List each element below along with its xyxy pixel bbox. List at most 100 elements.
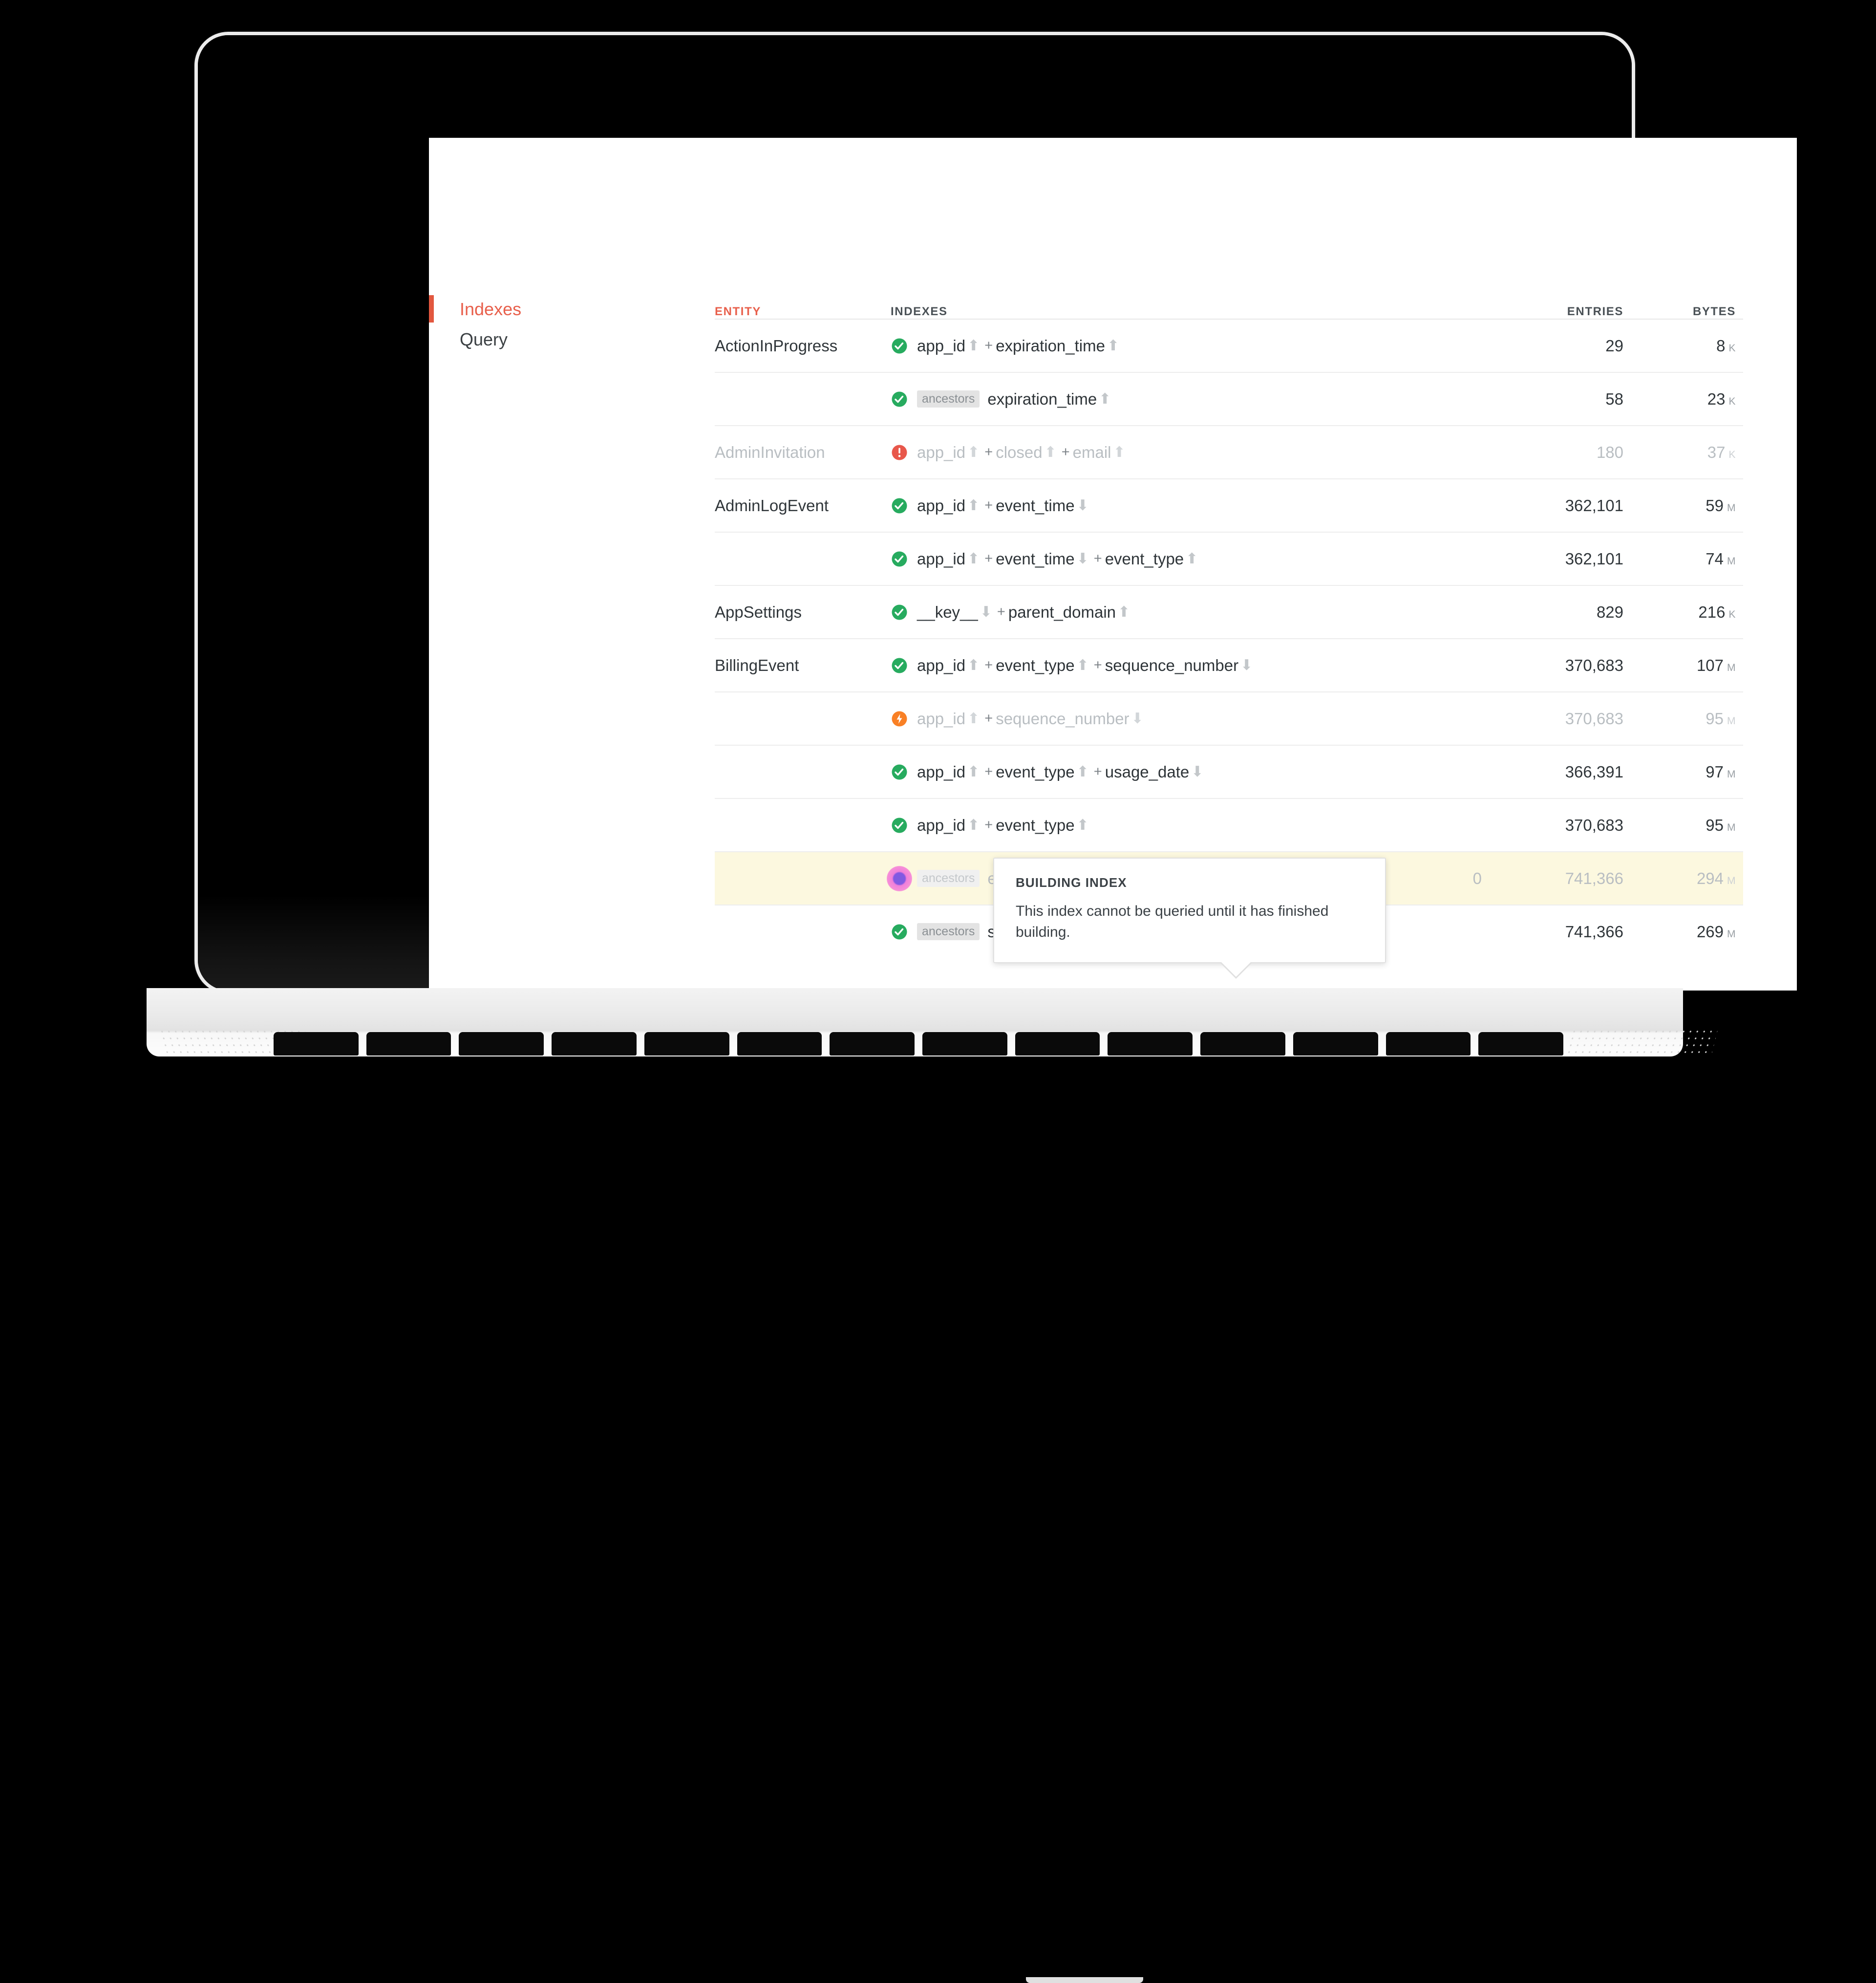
cell-bytes-unit: K: [1728, 395, 1736, 407]
property-separator: +: [984, 551, 993, 566]
keyboard-key: [830, 1032, 915, 1056]
column-header-entity[interactable]: ENTITY: [715, 305, 891, 319]
arrow-down-icon: ⬇: [980, 604, 992, 620]
sidebar-item-query[interactable]: Query: [429, 324, 683, 355]
cell-bytes-value: 95: [1705, 816, 1724, 834]
table-row[interactable]: app_id ⬆ + event_type ⬆ 370,683 95 M: [715, 798, 1743, 851]
cell-entries: 58: [1605, 389, 1623, 408]
cell-index-definition: __key__ ⬇ + parent_domain ⬆: [891, 603, 1413, 622]
property-separator: +: [1061, 444, 1070, 460]
keyboard-key: [459, 1032, 544, 1056]
property-name: expiration_time: [987, 389, 1097, 408]
check-circle-icon[interactable]: [891, 550, 908, 568]
table-row[interactable]: BillingEvent app_id ⬆ + event_type ⬆ + sequence…: [715, 638, 1743, 691]
property-name: __key__: [917, 603, 978, 621]
arrow-up-icon: ⬆: [967, 657, 980, 673]
arrow-up-icon: ⬆: [1113, 444, 1126, 460]
cell-bytes: 95 M: [1623, 710, 1736, 728]
ancestors-chip: ancestors: [917, 390, 980, 408]
table-row[interactable]: app_id ⬆ + event_time ⬇ + event_type ⬆ 362,101 74…: [715, 532, 1743, 585]
table-row[interactable]: AdminLogEvent app_id ⬆ + event_time ⬇ 362,101 5…: [715, 478, 1743, 532]
table-row[interactable]: ancestors expiration_time ⬆ 58 23 K: [715, 372, 1743, 425]
click-ripple: [887, 865, 912, 891]
cell-bytes: 8K: [1623, 337, 1736, 355]
arrow-up-icon: ⬆: [1099, 391, 1111, 407]
cell-zero-count: 0: [1472, 869, 1482, 887]
arrow-up-icon: ⬆: [1044, 444, 1057, 460]
cell-bytes: 95 M: [1623, 816, 1736, 835]
property-name: event_type: [996, 656, 1075, 674]
tooltip-title: BUILDING INDEX: [1016, 875, 1127, 890]
check-circle-icon[interactable]: [891, 497, 908, 515]
keyboard-key: [366, 1032, 451, 1056]
property-separator: +: [984, 817, 993, 833]
arrow-down-icon: ⬇: [1076, 551, 1089, 567]
keyboard-key: [1200, 1032, 1285, 1056]
cell-bytes: 74 M: [1623, 550, 1736, 568]
cell-entity: ActionInProgress: [715, 336, 838, 355]
column-header-bytes[interactable]: BYTES: [1623, 305, 1736, 319]
table-row[interactable]: AdminInvitation app_id ⬆ + closed ⬆ + email ⬆ 180…: [715, 425, 1743, 478]
check-circle-icon[interactable]: [891, 657, 908, 674]
arrow-up-icon: ⬆: [1118, 604, 1130, 620]
cell-bytes: 59 M: [1623, 496, 1736, 515]
table-row[interactable]: AppSettings __key__ ⬇ + parent_domain ⬆ 829 216…: [715, 585, 1743, 638]
cell-entries: 180: [1596, 443, 1623, 461]
bolt-circle-icon[interactable]: [887, 865, 912, 891]
cell-bytes: 23 K: [1623, 390, 1736, 409]
table-row[interactable]: app_id ⬆ + event_type ⬆ + usage_date ⬇ 366,391 97…: [715, 745, 1743, 798]
check-circle-icon[interactable]: [891, 817, 908, 834]
table-header-row: ENTITY INDEXES ENTRIES BYTES: [715, 138, 1743, 319]
keyboard-key: [1015, 1032, 1100, 1056]
arrow-up-icon: ⬆: [967, 764, 980, 780]
property-name: app_id: [917, 709, 966, 728]
ancestors-chip: ancestors: [917, 923, 980, 940]
arrow-up-icon: ⬆: [967, 551, 980, 567]
cell-entries: 370,683: [1565, 709, 1623, 728]
bolt-circle-icon[interactable]: [891, 710, 908, 728]
keyboard-key: [1386, 1032, 1471, 1056]
error-circle-icon[interactable]: [891, 444, 908, 461]
property-name: app_id: [917, 762, 966, 781]
sidebar-item-indexes[interactable]: Indexes: [429, 294, 683, 324]
cell-bytes: 37 K: [1623, 443, 1736, 462]
cell-entries: 366,391: [1565, 762, 1623, 781]
cell-bytes-value: 59: [1705, 496, 1724, 515]
cell-bytes: 216 K: [1623, 603, 1736, 622]
cell-bytes-value: 269: [1696, 922, 1724, 941]
keyboard-key: [1108, 1032, 1193, 1056]
cell-bytes: 107 M: [1623, 656, 1736, 675]
datastore-indexes-app: Indexes Query ENTITY INDEXES ENTRIES BYTE…: [429, 138, 1797, 991]
cell-index-definition: app_id ⬆ + expiration_time ⬆: [891, 337, 1413, 355]
cell-entity: AppSettings: [715, 603, 802, 621]
cell-bytes-value: 97: [1705, 762, 1724, 781]
arrow-up-icon: ⬆: [1186, 551, 1198, 567]
cell-bytes-unit: M: [1727, 662, 1736, 673]
cell-entries: 370,683: [1565, 656, 1623, 674]
cell-bytes-value: 95: [1705, 709, 1724, 728]
cell-index-definition: app_id ⬆ + sequence_number ⬇: [891, 710, 1413, 728]
table-row[interactable]: ActionInProgress app_id ⬆ + expiration_time ⬆…: [715, 319, 1743, 372]
arrow-up-icon: ⬆: [1076, 817, 1089, 833]
arrow-up-icon: ⬆: [1076, 764, 1089, 780]
cell-bytes-unit: M: [1727, 555, 1736, 567]
arrow-up-icon: ⬆: [967, 711, 980, 727]
laptop-screen: Indexes Query ENTITY INDEXES ENTRIES BYTE…: [429, 138, 1797, 991]
cell-entity: AdminInvitation: [715, 443, 825, 461]
column-header-entries[interactable]: ENTRIES: [1482, 305, 1623, 319]
keyboard-key: [737, 1032, 822, 1056]
cell-bytes: 97 M: [1623, 763, 1736, 781]
table-row[interactable]: app_id ⬆ + sequence_number ⬇ 370,683 95 M: [715, 691, 1743, 745]
check-circle-icon[interactable]: [891, 390, 908, 408]
column-header-indexes[interactable]: INDEXES: [891, 305, 1413, 319]
check-circle-icon[interactable]: [891, 923, 908, 941]
property-name: event_type: [996, 816, 1075, 834]
check-circle-icon[interactable]: [891, 604, 908, 621]
check-circle-icon[interactable]: [891, 763, 908, 781]
cell-index-definition: app_id ⬆ + closed ⬆ + email ⬆: [891, 443, 1413, 462]
check-circle-icon[interactable]: [891, 337, 908, 355]
screenshot-stage: Indexes Query ENTITY INDEXES ENTRIES BYTE…: [0, 0, 1876, 1983]
cell-entries: 370,683: [1565, 816, 1623, 834]
property-name: app_id: [917, 443, 966, 461]
cell-entries: 362,101: [1565, 549, 1623, 568]
